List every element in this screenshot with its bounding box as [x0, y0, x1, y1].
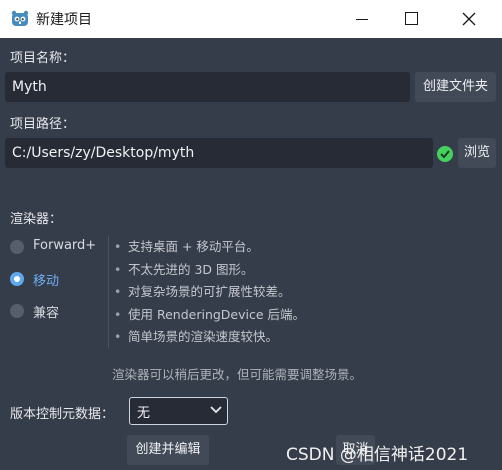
project-path-label: 项目路径： — [10, 117, 76, 132]
radio-forward-plus[interactable] — [10, 240, 24, 254]
description-item: • 简单场景的渲染速度较快。 — [114, 329, 279, 344]
description-item: • 不太先进的 3D 图形。 — [114, 261, 254, 277]
vcs-select[interactable]: 无 — [129, 397, 228, 425]
maximize-icon — [405, 12, 418, 25]
title-bar: 新建项目 — [0, 0, 502, 38]
project-name-label: 项目名称： — [10, 51, 76, 66]
radio-compatibility[interactable] — [10, 304, 24, 318]
renderer-divider — [108, 236, 109, 348]
renderer-option-compatibility[interactable]: 兼容 — [33, 302, 59, 321]
renderer-option-forward-plus[interactable]: Forward+ — [33, 238, 96, 253]
close-icon — [462, 12, 476, 26]
close-button[interactable] — [446, 0, 492, 38]
watermark: CSDN @相信神话2021 — [286, 445, 469, 465]
project-name-input[interactable]: Myth — [5, 72, 410, 102]
description-item: • 对复杂场景的可扩展性较差。 — [114, 284, 291, 299]
chevron-down-icon — [210, 406, 222, 414]
window-title: 新建项目 — [36, 12, 92, 28]
radio-mobile[interactable] — [10, 272, 24, 286]
maximize-button[interactable] — [388, 0, 434, 38]
description-item: • 使用 RenderingDevice 后端。 — [114, 306, 306, 322]
vcs-selected-value: 无 — [137, 406, 151, 421]
vcs-label: 版本控制元数据： — [10, 407, 115, 422]
godot-engine-icon — [11, 10, 29, 26]
description-item: • 支持桌面 + 移动平台。 — [114, 239, 259, 254]
renderer-option-mobile[interactable]: 移动 — [33, 270, 59, 289]
minimize-button[interactable] — [340, 0, 386, 38]
browse-button[interactable]: 浏览 — [458, 138, 496, 168]
renderer-note: 渲染器可以稍后更改，但可能需要调整场景。 — [112, 367, 363, 382]
minimize-icon — [356, 19, 368, 20]
create-and-edit-button[interactable]: 创建并编辑 — [127, 435, 209, 465]
project-path-input[interactable]: C:/Users/zy/Desktop/myth — [5, 138, 433, 168]
create-folder-button[interactable]: 创建文件夹 — [415, 72, 496, 102]
check-circle-icon — [437, 146, 453, 162]
renderer-label: 渲染器： — [10, 212, 63, 227]
renderer-description: • 支持桌面 + 移动平台。 • 不太先进的 3D 图形。 • 对复杂场景的可扩展性较… — [114, 236, 305, 349]
